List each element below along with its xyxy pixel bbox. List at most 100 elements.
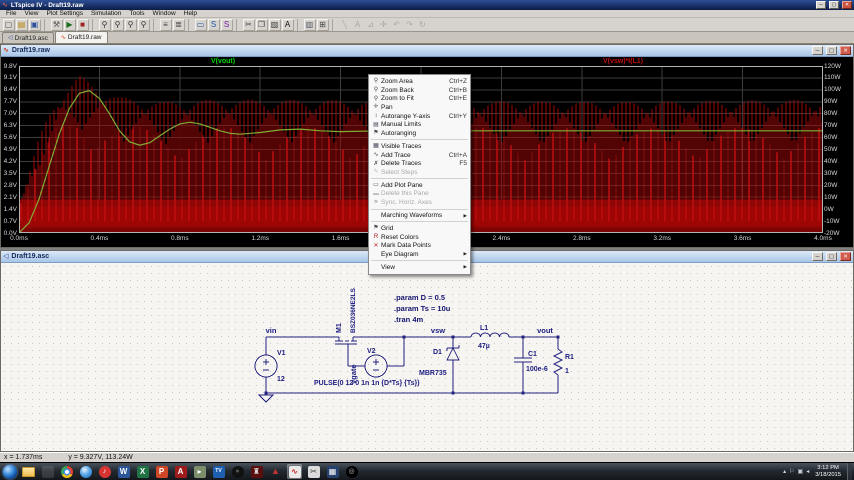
waveform-maximize-button[interactable]: ▢ — [826, 46, 837, 55]
v2-value[interactable]: PULSE(0 12 0 1n 1n {D*Ts} {Ts}) — [314, 380, 420, 387]
show-desktop-button[interactable] — [847, 462, 852, 480]
menubar-item-simulation[interactable]: Simulation — [87, 10, 125, 18]
toolbar-new-schematic-button[interactable]: ▢ — [2, 18, 15, 31]
toolbar-plot-pane-button[interactable]: ▭ — [194, 18, 207, 31]
context-menu-item-zoom-area[interactable]: ⚲ Zoom Area Ctrl+Z — [369, 77, 470, 86]
tray-icon-1[interactable]: ▣ — [798, 469, 804, 475]
tray-icon-0[interactable]: ⚐ — [789, 469, 794, 475]
toolbar-print-button[interactable]: ⊞ — [316, 18, 329, 31]
menubar-item-view[interactable]: View — [20, 10, 42, 18]
r1-value[interactable]: 1 — [565, 368, 569, 375]
taskbar-clock[interactable]: 3:12 PM 3/18/2015 — [815, 465, 841, 478]
schematic-minimize-button[interactable]: ─ — [812, 252, 823, 261]
taskbar-ltspice[interactable]: ∿ — [287, 464, 302, 479]
context-menu-item-delete-traces[interactable]: ✗ Delete Traces F5 — [369, 159, 470, 168]
tray-icon-2[interactable]: ◂ — [806, 469, 809, 475]
taskbar-word[interactable]: W — [116, 464, 131, 479]
d1-name[interactable]: D1 — [433, 349, 442, 356]
context-menu-item-grid[interactable]: ⚑ Grid — [369, 224, 470, 233]
m1-name[interactable]: M1 — [336, 323, 343, 333]
toolbar-find-button[interactable]: A — [281, 18, 294, 31]
context-menu-item-eye-diagram[interactable]: Eye Diagram ▶ — [369, 250, 470, 259]
menubar-item-plot-settings[interactable]: Plot Settings — [42, 10, 87, 18]
directive-tran[interactable]: .tran 4m — [394, 315, 424, 324]
context-menu-item-mark-data-points[interactable]: ✕ Mark Data Points — [369, 241, 470, 250]
schematic-maximize-button[interactable]: ▢ — [826, 252, 837, 261]
taskbar-itunes[interactable]: ♪ — [97, 464, 112, 479]
context-menu-item-zoom-back[interactable]: ⚲ Zoom Back Ctrl+B — [369, 86, 470, 95]
trace-label-vout[interactable]: V(vout) — [158, 58, 288, 65]
schematic-close-button[interactable]: ✕ — [840, 252, 851, 261]
toolbar-paste-button[interactable]: ▨ — [268, 18, 281, 31]
r1-name[interactable]: R1 — [565, 354, 574, 361]
toolbar-netlist-button[interactable]: ≡ — [159, 18, 172, 31]
context-menu-item-visible-traces[interactable]: ▦ Visible Traces — [369, 142, 470, 151]
context-menu-item-reset-colors[interactable]: R Reset Colors — [369, 233, 470, 242]
menubar-item-help[interactable]: Help — [180, 10, 201, 18]
minimize-button[interactable]: ─ — [816, 1, 826, 9]
context-menu-item-add-plot-pane[interactable]: ▭ Add Plot Pane — [369, 181, 470, 190]
toolbar-halt-button[interactable]: ■ — [76, 18, 89, 31]
toolbar-steps-button[interactable]: S — [220, 18, 233, 31]
waveform-minimize-button[interactable]: ─ — [812, 46, 823, 55]
directive-param-d[interactable]: .param D = 0.5 — [394, 293, 445, 302]
taskbar-chrome[interactable] — [59, 464, 74, 479]
toolbar-zoom-full-button[interactable]: ⚲ — [124, 18, 137, 31]
net-label-vsw[interactable]: vsw — [431, 326, 445, 335]
toolbar-save-button[interactable]: ▣ — [28, 18, 41, 31]
net-label-vout[interactable]: vout — [537, 326, 553, 335]
taskbar-start-button[interactable] — [2, 464, 17, 479]
v1-name[interactable]: V1 — [277, 350, 286, 357]
tab-draft19-asc[interactable]: ◁ Draft19.asc — [2, 32, 54, 43]
toolbar-run-button[interactable]: ▶ — [63, 18, 76, 31]
toolbar-step-button[interactable]: S — [207, 18, 220, 31]
toolbar-zoom-out-button[interactable]: ⚲ — [111, 18, 124, 31]
context-menu-item-pan[interactable]: ✛ Pan — [369, 103, 470, 112]
taskbar-ghost-app[interactable] — [40, 464, 55, 479]
context-menu-item-zoom-to-fit[interactable]: ⚲ Zoom to Fit Ctrl+E — [369, 94, 470, 103]
toolbar-copy-button[interactable]: ❐ — [255, 18, 268, 31]
context-menu-item-marching-waveforms[interactable]: Marching Waveforms ▶ — [369, 211, 470, 220]
taskbar-excel[interactable]: X — [135, 464, 150, 479]
toolbar-control-panel-button[interactable]: ⚒ — [50, 18, 63, 31]
d1-value[interactable]: MBR735 — [419, 370, 447, 377]
context-menu-item-autorange-y-axis[interactable]: ↕ Autorange Y-axis Ctrl+Y — [369, 112, 470, 121]
context-menu-item-manual-limits[interactable]: ▤ Manual Limits — [369, 120, 470, 129]
taskbar-triangle-app[interactable]: ▲ — [268, 464, 283, 479]
trace-label-power[interactable]: V(vsw)*I(L1) — [558, 58, 688, 65]
l1-value[interactable]: 47µ — [478, 343, 490, 350]
menubar-item-file[interactable]: File — [2, 10, 20, 18]
tray-expand-icon[interactable]: ▴ — [783, 469, 786, 475]
taskbar-calculator[interactable]: ▦ — [325, 464, 340, 479]
taskbar-media-disc[interactable]: ◎ — [344, 464, 359, 479]
v2-name[interactable]: V2 — [367, 348, 376, 355]
taskbar-disc-app[interactable]: ● — [230, 464, 245, 479]
context-menu-item-autoranging[interactable]: ⚑ Autoranging — [369, 129, 470, 138]
context-menu-item-view[interactable]: View ▶ — [369, 263, 470, 272]
taskbar-snipping-tool[interactable]: ✂ — [306, 464, 321, 479]
tab-draft19-raw[interactable]: ∿ Draft19.raw — [54, 31, 108, 43]
schematic-canvas[interactable]: vin vsw vout vgate M1 BSZ036NE2LS V1 12 … — [1, 263, 853, 451]
taskbar-tv-app[interactable]: TV — [211, 464, 226, 479]
context-menu-item-add-trace[interactable]: ∿ Add Trace Ctrl+A — [369, 151, 470, 160]
waveform-close-button[interactable]: ✕ — [840, 46, 851, 55]
taskbar-google-earth[interactable] — [78, 464, 93, 479]
net-label-vin[interactable]: vin — [266, 326, 277, 335]
menubar-item-tools[interactable]: Tools — [125, 10, 148, 18]
c1-name[interactable]: C1 — [528, 351, 537, 358]
toolbar-open-button[interactable]: ▤ — [15, 18, 28, 31]
toolbar-cut-button[interactable]: ✂ — [242, 18, 255, 31]
v1-value[interactable]: 12 — [277, 376, 285, 383]
taskbar-acrobat[interactable]: A — [173, 464, 188, 479]
c1-value[interactable]: 100e-6 — [526, 366, 548, 373]
menubar-item-window[interactable]: Window — [149, 10, 180, 18]
l1-name[interactable]: L1 — [480, 325, 488, 332]
toolbar-spice-error-log-button[interactable]: ≣ — [172, 18, 185, 31]
taskbar-movie-app[interactable]: ▸ — [192, 464, 207, 479]
taskbar-explorer[interactable] — [21, 464, 36, 479]
taskbar-powerpoint[interactable]: P — [154, 464, 169, 479]
toolbar-zoom-back-button[interactable]: ⚲ — [137, 18, 150, 31]
toolbar-print-preview-button[interactable]: ▥ — [303, 18, 316, 31]
maximize-button[interactable]: ▢ — [829, 1, 839, 9]
m1-value[interactable]: BSZ036NE2LS — [350, 288, 357, 333]
